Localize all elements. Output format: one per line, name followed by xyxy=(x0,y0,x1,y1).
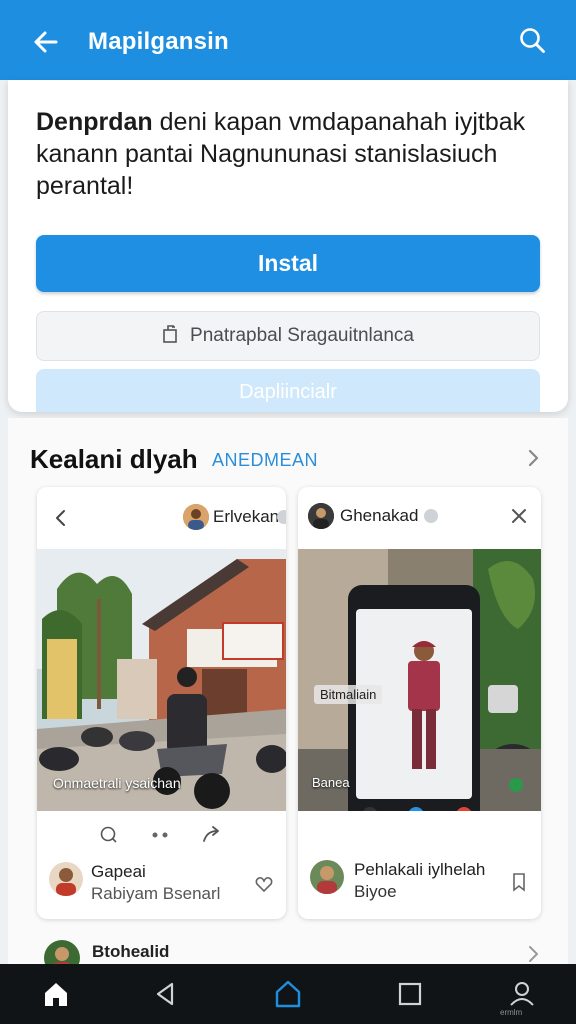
card-footer: Pehlakali iylhelah Biyoe xyxy=(298,850,541,917)
arrow-left-icon[interactable] xyxy=(30,26,62,58)
heart-icon[interactable] xyxy=(254,874,274,894)
post-card[interactable]: Erlvekan Onmaetrali ysaichan Gapeai Rabi… xyxy=(37,487,286,919)
photo-caption: Onmaetrali ysaichan xyxy=(53,775,181,791)
house-outline-icon[interactable] xyxy=(272,978,304,1010)
avatar xyxy=(308,503,334,529)
avatar xyxy=(310,860,344,894)
card-actions xyxy=(37,817,286,853)
footer-name[interactable]: Pehlakali iylhelah xyxy=(354,860,485,880)
install-prompt-card: Denprdan deni kapan vmdapanahah iyjtbak … xyxy=(8,80,568,412)
app-bar: Mapilgansin xyxy=(0,0,576,80)
chevron-right-icon[interactable] xyxy=(524,944,542,964)
install-button[interactable]: Instal xyxy=(36,235,540,292)
prompt-message: Denprdan deni kapan vmdapanahah iyjtbak … xyxy=(36,106,546,202)
avatar xyxy=(183,504,209,530)
phone-photo[interactable]: Bitmaliain Banea xyxy=(298,549,541,811)
app-title: Mapilgansin xyxy=(88,28,229,55)
card-header: Ghenakad xyxy=(298,487,541,549)
list-item[interactable]: Btohealid xyxy=(8,932,568,976)
more-dots-icon[interactable] xyxy=(151,831,171,839)
post-card[interactable]: Ghenakad Bitmaliain Banea Pehlakali iylh… xyxy=(298,487,541,919)
prompt-message-bold: Denprdan xyxy=(36,108,153,136)
bottom-navigation: ermlm xyxy=(0,964,576,1024)
verified-badge xyxy=(424,509,438,523)
list-item-name: Btohealid xyxy=(92,942,170,961)
avatar xyxy=(49,862,83,896)
chevron-left-icon[interactable] xyxy=(51,507,71,529)
verified-badge xyxy=(277,510,286,524)
close-icon[interactable] xyxy=(510,507,528,525)
footer-name[interactable]: Gapeai xyxy=(91,862,146,882)
card-header: Erlvekan xyxy=(37,487,286,549)
search-icon[interactable] xyxy=(518,26,548,56)
photo-caption: Banea xyxy=(312,775,350,790)
section-subtitle[interactable]: ANEDMEAN xyxy=(212,450,318,471)
street-photo[interactable]: Onmaetrali ysaichan xyxy=(37,549,286,811)
chevron-right-icon[interactable] xyxy=(522,446,544,470)
comment-icon[interactable] xyxy=(99,825,119,845)
card-footer: Gapeai Rabiyam Bsenarl xyxy=(37,852,286,919)
copy-icon xyxy=(162,324,182,344)
bookmark-icon[interactable] xyxy=(509,872,529,892)
card-username[interactable]: Erlvekan xyxy=(213,507,279,527)
photo-label: Bitmaliain xyxy=(314,685,383,704)
profile-icon[interactable] xyxy=(506,978,538,1010)
profile-label: ermlm xyxy=(500,1008,523,1017)
square-icon[interactable] xyxy=(394,978,426,1010)
back-triangle-icon[interactable] xyxy=(150,978,182,1010)
secondary-button-label: Pnatrapbal Sragauitnlanca xyxy=(190,325,414,346)
home-icon[interactable] xyxy=(40,978,72,1010)
secondary-button[interactable]: Pnatrapbal Sragauitnlanca xyxy=(36,311,540,361)
share-icon[interactable] xyxy=(201,823,223,845)
card-username[interactable]: Ghenakad xyxy=(340,506,418,526)
section-title: Kealani dlyah xyxy=(30,444,198,474)
footer-subtitle: Biyoe xyxy=(354,882,397,901)
footer-subtitle: Rabiyam Bsenarl xyxy=(91,884,221,903)
faded-button[interactable]: Dapliincialr xyxy=(36,369,540,412)
